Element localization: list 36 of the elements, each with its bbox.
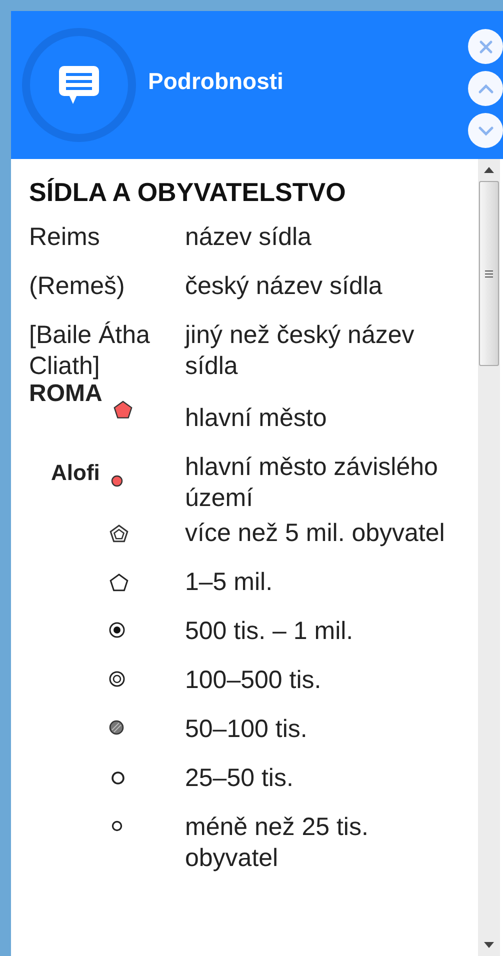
- legend-description: 500 tis. – 1 mil.: [185, 616, 354, 647]
- message-icon: [57, 64, 101, 106]
- collapse-button[interactable]: [468, 71, 503, 106]
- legend-description: více než 5 mil. obyvatel: [185, 518, 446, 549]
- scroll-down-icon[interactable]: [484, 942, 494, 948]
- legend-label: Reims: [29, 222, 101, 253]
- legend-description: 1–5 mil.: [185, 567, 274, 598]
- scrollbar-thumb[interactable]: [479, 181, 499, 366]
- legend-description: název sídla: [185, 222, 312, 253]
- ring-icon: [109, 671, 125, 687]
- legend-description: hlavní město: [185, 403, 328, 434]
- legend-description: méně než 25 tis. obyvatel: [185, 812, 370, 874]
- hatched-circle-icon: [109, 720, 124, 735]
- scroll-up-icon[interactable]: [484, 167, 494, 173]
- legend-label: (Remeš): [29, 271, 126, 302]
- circle-icon: [111, 820, 123, 832]
- dot-icon: [111, 475, 123, 487]
- capital-label: Alofi: [51, 460, 100, 486]
- expand-button[interactable]: [468, 113, 503, 148]
- dot-circle-icon: [109, 622, 125, 638]
- legend-description: 50–100 tis.: [185, 714, 308, 745]
- pentagon-icon: [109, 524, 129, 543]
- legend-description: český název sídla: [185, 271, 384, 302]
- circle-icon: [111, 771, 125, 785]
- legend-description: jiný než český název sídla: [185, 320, 416, 382]
- capital-label: ROMA: [29, 384, 104, 404]
- panel-title: Podrobnosti: [148, 68, 284, 94]
- pentagon-icon: [109, 573, 129, 592]
- close-icon[interactable]: [478, 38, 494, 54]
- legend-label: [Baile Átha Cliath]: [29, 320, 151, 382]
- legend-description: 25–50 tis.: [185, 763, 294, 794]
- legend-description: 100–500 tis.: [185, 665, 322, 696]
- section-title: SÍDLA A OBYVATELSTVO: [29, 177, 347, 208]
- close-button[interactable]: [468, 29, 503, 64]
- scrollbar[interactable]: [478, 159, 500, 956]
- pentagon-icon: [113, 400, 133, 419]
